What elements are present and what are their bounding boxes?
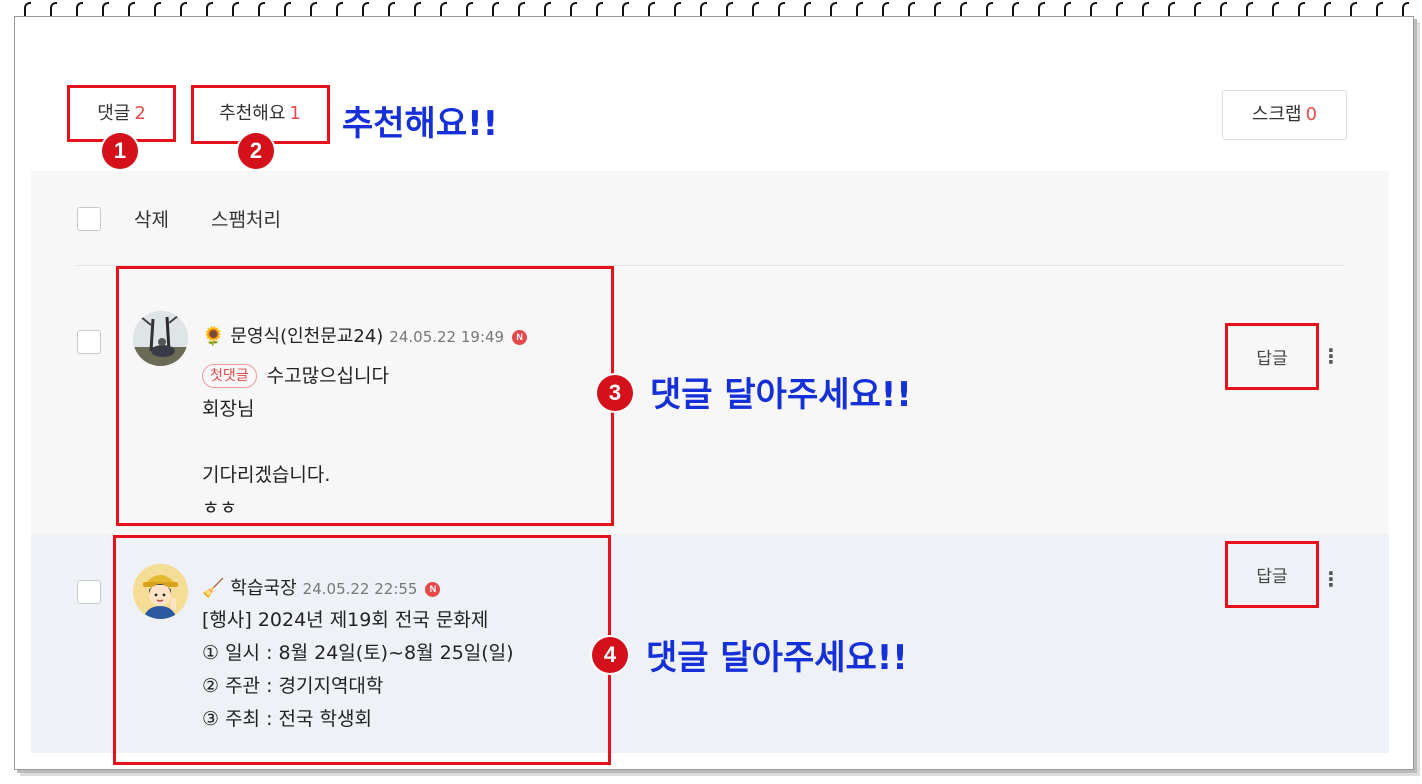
spam-button[interactable]: 스팸처리 <box>211 205 281 232</box>
callout-reply-1: 댓글 달아주세요!! <box>650 375 912 415</box>
scrap-label: 스크랩 <box>1251 104 1302 125</box>
reply-button[interactable]: 답글 <box>1225 541 1319 608</box>
delete-button[interactable]: 삭제 <box>134 205 169 232</box>
more-options-icon[interactable]: ⋮ <box>1321 567 1341 591</box>
callout-reply-2: 댓글 달아주세요!! <box>646 638 908 678</box>
step-badge-4: 4 <box>592 637 628 673</box>
highlight-comment-2 <box>113 535 611 765</box>
comment-checkbox[interactable] <box>77 580 101 604</box>
scrap-button[interactable]: 스크랩 0 <box>1222 90 1347 140</box>
highlight-comment-1 <box>116 266 614 526</box>
comment-checkbox[interactable] <box>77 330 101 354</box>
scrap-count: 0 <box>1305 104 1318 125</box>
reply-button[interactable]: 답글 <box>1225 323 1319 390</box>
step-badge-2: 2 <box>238 133 274 169</box>
more-options-icon[interactable]: ⋮ <box>1321 344 1341 368</box>
callout-like: 추천해요!! <box>342 104 499 144</box>
step-badge-3: 3 <box>597 375 633 411</box>
select-all-checkbox[interactable] <box>77 207 101 231</box>
step-badge-1: 1 <box>102 133 138 169</box>
